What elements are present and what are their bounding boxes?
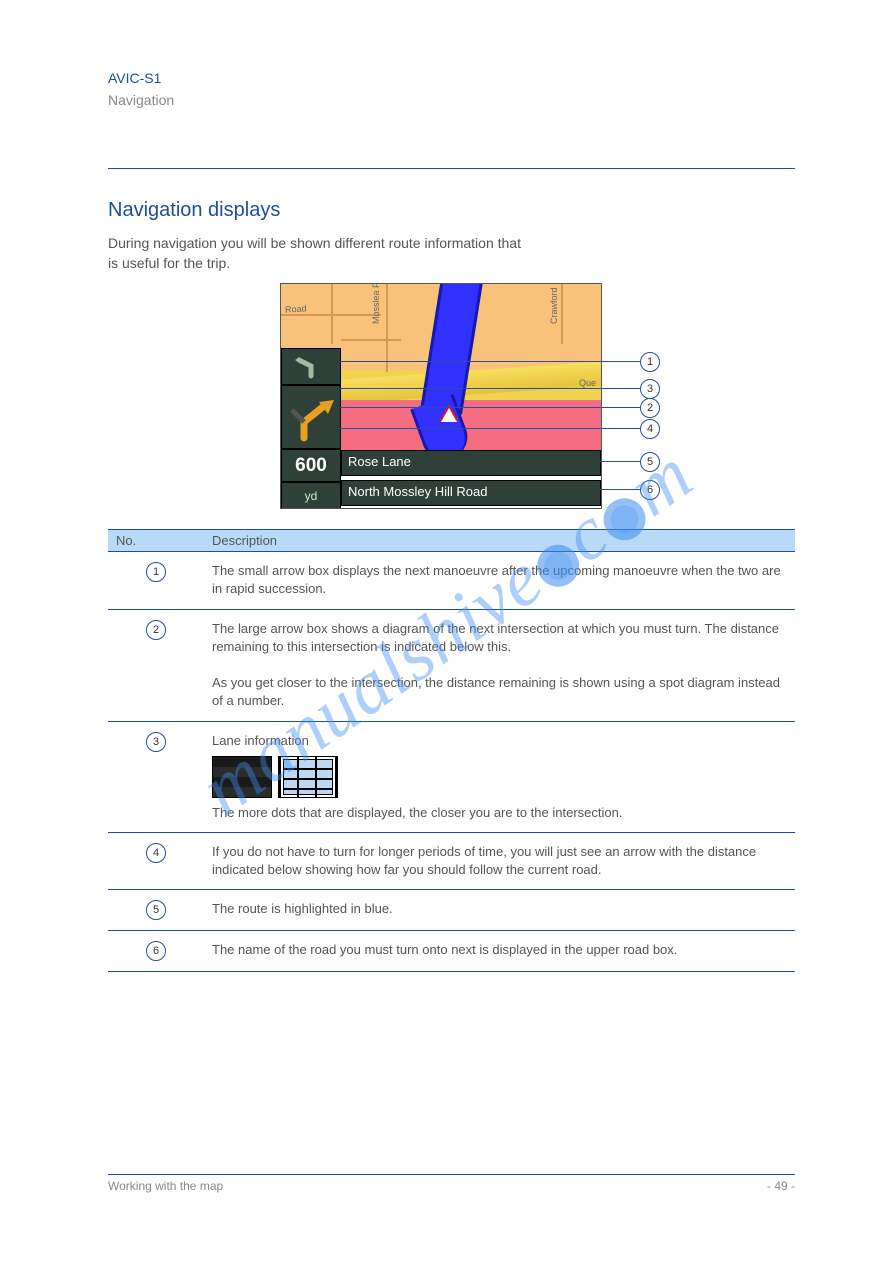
table-row: 6 The name of the road you must turn ont… <box>108 931 795 972</box>
table-row: 1 The small arrow box displays the next … <box>108 552 795 609</box>
table-row: 3 Lane information The more dots that ar… <box>108 721 795 832</box>
table-cell-desc: The large arrow box shows a diagram of t… <box>204 609 795 721</box>
map-label: Mosslea Park <box>371 283 381 324</box>
callout-leader <box>600 461 640 462</box>
table-row: 4 If you do not have to turn for longer … <box>108 832 795 889</box>
callout-1: 1 <box>640 352 660 372</box>
map-label: Road <box>285 303 307 314</box>
lane-closed-icon <box>212 756 272 798</box>
map-label: Crawford <box>549 288 559 325</box>
distance-value: 600 <box>281 449 341 482</box>
callout-4: 4 <box>640 419 660 439</box>
nav-figure: Road Mosslea Park Crawford Que 600 yd Ro… <box>280 283 670 509</box>
next-manoeuvre-icon <box>281 385 341 449</box>
table-cell-desc: If you do not have to turn for longer pe… <box>204 832 795 889</box>
callout-leader <box>340 388 640 389</box>
callout-number: 5 <box>146 900 166 920</box>
page-footer: Working with the map - 49 - <box>108 1174 795 1193</box>
header-page: Navigation <box>108 92 795 108</box>
nav-screenshot: Road Mosslea Park Crawford Que 600 yd Ro… <box>280 283 602 509</box>
callout-number: 3 <box>146 732 166 752</box>
table-cell-desc: The route is highlighted in blue. <box>204 890 795 931</box>
callout-2: 2 <box>640 398 660 418</box>
callout-number: 1 <box>146 562 166 582</box>
next-next-manoeuvre-icon <box>281 348 341 385</box>
next-road-box: Rose Lane <box>341 450 601 476</box>
footer-page-number: - 49 - <box>767 1179 795 1193</box>
lane-info-after: The more dots that are displayed, the cl… <box>212 805 622 820</box>
table-row: 2 The large arrow box shows a diagram of… <box>108 609 795 721</box>
callout-leader <box>600 489 640 490</box>
table-row: 5 The route is highlighted in blue. <box>108 890 795 931</box>
callout-number: 4 <box>146 843 166 863</box>
callout-description-table: No. Description 1 The small arrow box di… <box>108 529 795 972</box>
callout-6: 6 <box>640 480 660 500</box>
table-head-no: No. <box>108 530 204 552</box>
current-road-box: North Mossley Hill Road <box>341 480 601 506</box>
table-cell-desc: The small arrow box displays the next ma… <box>204 552 795 609</box>
callout-number: 2 <box>146 620 166 640</box>
map-label: Que <box>579 378 596 388</box>
section-title: Navigation displays <box>108 199 795 222</box>
section-intro: During navigation you will be shown diff… <box>108 234 528 273</box>
lane-info-lead: Lane information <box>212 733 309 748</box>
callout-leader <box>340 361 640 362</box>
table-head-desc: Description <box>204 530 795 552</box>
header-divider <box>108 168 795 169</box>
header-product: AVIC-S1 <box>108 70 795 86</box>
callout-5: 5 <box>640 452 660 472</box>
distance-unit: yd <box>281 482 341 509</box>
footer-section: Working with the map <box>108 1179 223 1193</box>
callout-leader <box>340 428 640 429</box>
table-cell-desc: The name of the road you must turn onto … <box>204 931 795 972</box>
table-cell-desc: Lane information The more dots that are … <box>204 721 795 832</box>
callout-leader <box>340 407 640 408</box>
callout-3: 3 <box>640 379 660 399</box>
callout-number: 6 <box>146 941 166 961</box>
lane-open-icon <box>278 756 338 798</box>
